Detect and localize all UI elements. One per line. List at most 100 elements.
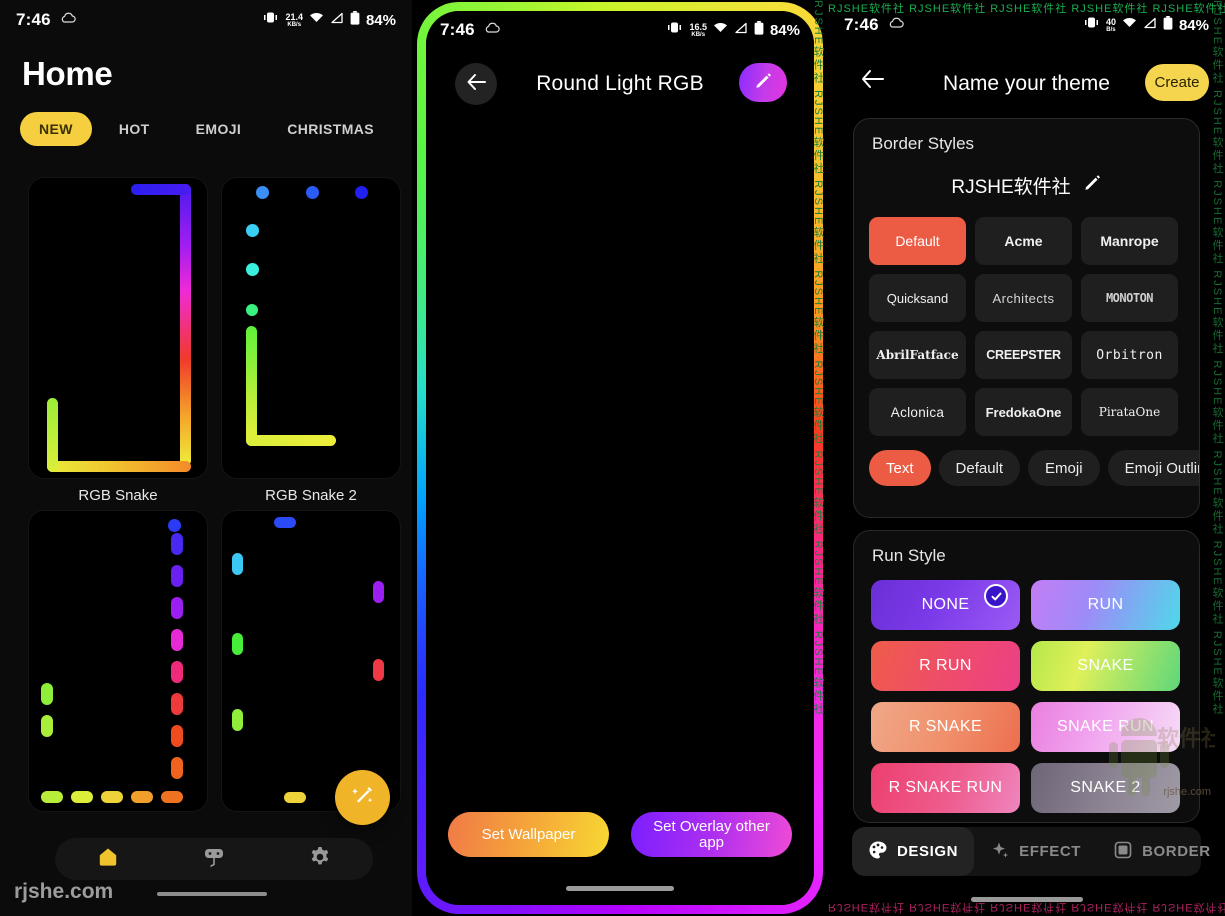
nav-home-icon[interactable] — [96, 845, 120, 874]
home-indicator — [566, 886, 674, 891]
create-fab-button[interactable] — [335, 770, 390, 825]
theme-preview[interactable] — [29, 178, 207, 478]
chip-default[interactable]: Default — [938, 450, 1021, 486]
font-chip-pirataone[interactable]: PirataOne — [1081, 388, 1178, 436]
run-style-run[interactable]: RUN — [1031, 580, 1180, 630]
set-overlay-button[interactable]: Set Overlay other app — [631, 812, 792, 857]
run-style-r-snake-run[interactable]: R SNAKE RUN — [871, 763, 1020, 813]
snake-pill — [171, 629, 183, 651]
tab-design[interactable]: DESIGN — [852, 827, 975, 876]
font-chip-fredokaone[interactable]: FredokaOne — [975, 388, 1072, 436]
back-button[interactable] — [860, 68, 886, 95]
bottom-navigation-bar — [55, 838, 373, 880]
theme-preview[interactable] — [222, 178, 400, 478]
create-button[interactable]: Create — [1145, 64, 1209, 101]
check-icon — [984, 584, 1008, 608]
nav-gear-icon[interactable] — [308, 845, 332, 874]
snake-dot — [246, 224, 259, 237]
vibrate-icon — [1083, 16, 1100, 34]
data-rate-indicator: 21.4 KB/s — [285, 12, 303, 28]
snake-pill — [41, 715, 53, 737]
border-styles-card: Border Styles RJSHE软件社 Default Acme Manr… — [853, 118, 1200, 518]
run-style-label: RUN — [1087, 596, 1124, 613]
font-chip-abrilfatface[interactable]: AbrilFatface — [869, 331, 966, 379]
font-chip-quicksand[interactable]: Quicksand — [869, 274, 966, 322]
run-style-card: Run Style NONE RUN R RUN SNAKE R SNAKE S… — [853, 530, 1200, 823]
edit-button[interactable] — [739, 63, 787, 102]
run-style-snake-run[interactable]: SNAKE RUN — [1031, 702, 1180, 752]
square-icon — [1113, 840, 1133, 864]
font-chip-manrope[interactable]: Manrope — [1081, 217, 1178, 265]
run-style-snake-2[interactable]: SNAKE 2 — [1031, 763, 1180, 813]
right-vertical-watermark: RJSHE软件社 RJSHE软件社 RJSHE软件社 RJSHE软件社 RJSH… — [1211, 0, 1223, 716]
snake-pill — [171, 693, 183, 715]
snake-pill — [161, 791, 183, 803]
run-style-none[interactable]: NONE — [871, 580, 1020, 630]
border-styles-title: Border Styles — [872, 134, 975, 153]
theme-preview[interactable] — [222, 511, 400, 811]
chip-emoji-outline[interactable]: Emoji Outline — [1107, 450, 1199, 486]
run-style-label: SNAKE 2 — [1070, 779, 1141, 796]
snake-dot — [246, 304, 258, 316]
theme-card-3[interactable] — [29, 511, 207, 811]
site-watermark: rjshe.com — [14, 880, 114, 903]
cloud-icon — [484, 21, 500, 39]
tab-emoji[interactable]: EMOJI — [177, 112, 261, 146]
theme-card-4[interactable] — [222, 511, 400, 811]
snake-vertical-tail — [246, 326, 257, 446]
font-chip-orbitron[interactable]: Orbitron — [1081, 331, 1178, 379]
run-style-r-snake[interactable]: R SNAKE — [871, 702, 1020, 752]
data-rate-value: 40 — [1105, 16, 1116, 27]
bottom-watermark: RJSHE软件社 RJSHE软件社 RJSHE软件社 RJSHE软件社 RJSH… — [828, 901, 1225, 913]
tab-border[interactable]: BORDER — [1097, 827, 1225, 876]
theme-card-rgb-snake[interactable]: RGB Snake — [29, 178, 207, 504]
set-wallpaper-button[interactable]: Set Wallpaper — [448, 812, 609, 857]
tab-nature[interactable]: NATURE — [401, 112, 412, 146]
back-button[interactable] — [455, 63, 497, 105]
page-title: Home — [22, 55, 113, 92]
tab-christmas[interactable]: CHRISTMAS — [268, 112, 393, 146]
battery-icon — [1163, 15, 1173, 35]
battery-percent: 84% — [365, 11, 396, 29]
theme-grid: RGB Snake RGB Snake 2 — [29, 178, 400, 811]
pencil-icon[interactable] — [1083, 173, 1102, 198]
data-rate-unit: KB/s — [287, 21, 302, 28]
snake-left-segment — [47, 398, 58, 472]
vibrate-icon — [666, 21, 683, 39]
snake-dot — [306, 186, 319, 199]
editor-header: Name your theme Create — [828, 56, 1225, 112]
font-chip-default[interactable]: Default — [869, 217, 966, 265]
wifi-icon — [1122, 16, 1137, 34]
font-chip-architects[interactable]: Architects — [975, 274, 1072, 322]
run-style-label: R SNAKE RUN — [888, 779, 1003, 796]
battery-percent: 84% — [769, 21, 800, 39]
snake-pill — [171, 725, 183, 747]
arrow-left-icon — [860, 70, 886, 94]
theme-name-row[interactable]: RJSHE软件社 — [854, 172, 1199, 199]
signal-icon — [1143, 16, 1157, 34]
run-style-r-run[interactable]: R RUN — [871, 641, 1020, 691]
font-chip-creepster[interactable]: CREEPSTER — [975, 331, 1072, 379]
font-chip-aclonica[interactable]: Aclonica — [869, 388, 966, 436]
nav-game-controller-icon[interactable] — [201, 845, 227, 874]
tab-effect[interactable]: EFFECT — [974, 827, 1097, 876]
chip-emoji[interactable]: Emoji — [1028, 450, 1100, 486]
status-bar-right: 16.5 KB/s 84% — [666, 20, 800, 40]
run-style-snake[interactable]: SNAKE — [1031, 641, 1180, 691]
theme-card-rgb-snake-2[interactable]: RGB Snake 2 — [222, 178, 400, 504]
font-chip-acme[interactable]: Acme — [975, 217, 1072, 265]
font-chip-monoton[interactable]: MONOTON — [1081, 274, 1178, 322]
palette-icon — [868, 840, 888, 864]
snake-dot — [256, 186, 269, 199]
snake-pill — [232, 553, 243, 575]
signal-icon — [734, 21, 748, 39]
tab-hot[interactable]: HOT — [100, 112, 169, 146]
snake-dot — [246, 263, 259, 276]
cloud-icon — [60, 11, 76, 29]
theme-preview[interactable] — [29, 511, 207, 811]
status-bar-right: 40 B/s 84% — [1083, 15, 1209, 35]
status-bar-left: 7:46 — [440, 20, 500, 40]
theme-name-value: RJSHE软件社 — [951, 177, 1071, 198]
tab-new[interactable]: NEW — [20, 112, 92, 146]
chip-text[interactable]: Text — [869, 450, 931, 486]
